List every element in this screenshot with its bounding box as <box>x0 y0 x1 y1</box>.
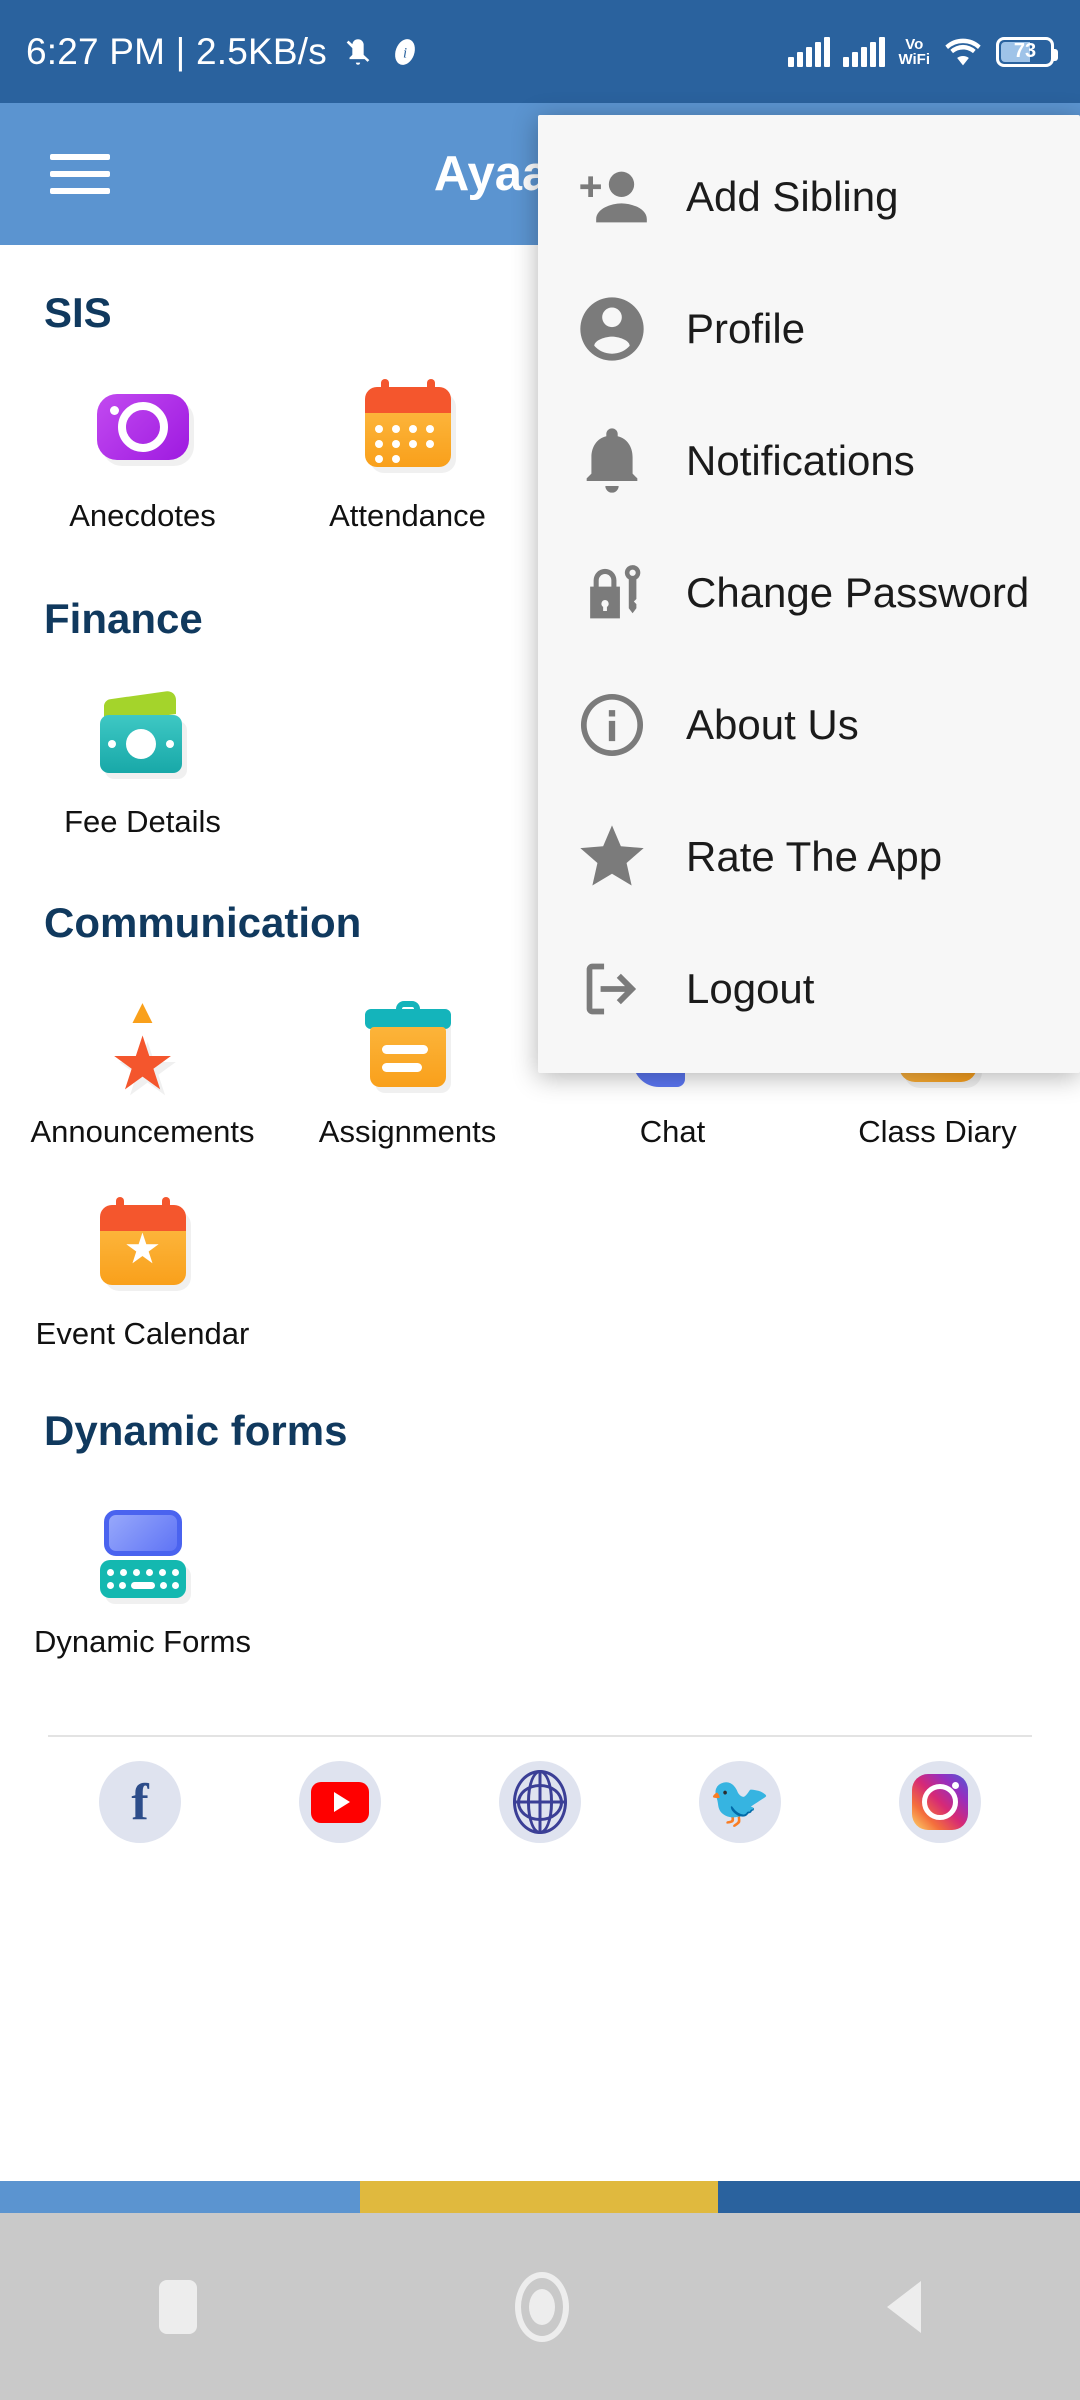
wifi-icon <box>943 37 983 67</box>
menu-item-label: About Us <box>686 701 859 748</box>
strip-segment-darkblue <box>718 2181 1080 2213</box>
calendar-star-icon: ★ <box>97 1197 189 1291</box>
menu-item-profile[interactable]: Profile <box>538 263 1080 395</box>
status-bar-left: 6:27 PM | 2.5KB/s i <box>26 31 421 73</box>
instagram-icon[interactable] <box>899 1761 981 1844</box>
youtube-icon[interactable] <box>299 1761 381 1844</box>
section-grid-dynamic-forms: Dynamic Forms <box>0 1481 1080 1659</box>
vowifi-bottom: WiFi <box>898 50 930 68</box>
menu-item-logout[interactable]: Logout <box>538 923 1080 1055</box>
tile-label: Attendance <box>329 498 486 533</box>
menu-item-add-sibling[interactable]: Add Sibling <box>538 131 1080 263</box>
menu-item-change-password[interactable]: Change Password <box>538 527 1080 659</box>
hamburger-line <box>50 171 110 177</box>
tile-label: Announcements <box>30 1114 255 1150</box>
tile-empty <box>540 1149 805 1351</box>
website-globe-icon[interactable] <box>499 1761 581 1844</box>
home-circle-icon[interactable] <box>515 2271 569 2342</box>
tile-label: Chat <box>639 1114 706 1150</box>
twitter-icon[interactable]: 🐦 <box>699 1761 781 1844</box>
tile-announcements[interactable]: ▲ ★ Announcements <box>10 971 275 1149</box>
bell-icon <box>574 423 650 499</box>
tile-event-calendar[interactable]: ★ Event Calendar <box>10 1149 275 1351</box>
tile-label: Dynamic Forms <box>33 1624 251 1660</box>
status-clock: 6:27 PM | 2.5KB/s <box>26 30 327 72</box>
battery-indicator: 73 <box>996 36 1058 67</box>
lock-key-icon <box>574 555 650 631</box>
status-bar-right: Vo WiFi 73 <box>788 36 1058 67</box>
social-links-bar: f 🐦 <box>0 1737 1080 1844</box>
menu-item-rate-the-app[interactable]: Rate The App <box>538 791 1080 923</box>
tile-empty <box>805 1481 1070 1659</box>
tile-fee-details[interactable]: Fee Details <box>10 661 275 839</box>
calendar-icon <box>362 379 454 473</box>
clipboard-icon <box>362 997 454 1089</box>
svg-text:i: i <box>403 45 407 61</box>
tile-empty <box>275 1481 540 1659</box>
menu-item-notifications[interactable]: Notifications <box>538 395 1080 527</box>
signal-bars-sim1 <box>788 36 831 67</box>
star-burst-icon: ▲ ★ <box>109 993 176 1106</box>
bottom-color-strip <box>0 2181 1080 2213</box>
account-circle-icon <box>574 291 650 367</box>
facebook-icon[interactable]: f <box>99 1761 181 1844</box>
tile-empty <box>275 1149 540 1351</box>
data-saver-icon: i <box>389 36 421 68</box>
logout-icon <box>574 951 650 1027</box>
menu-item-label: Add Sibling <box>686 173 899 220</box>
tile-label: Anecdotes <box>69 498 216 533</box>
volte-wifi-icon: Vo WiFi <box>898 37 930 67</box>
tile-label: Event Calendar <box>35 1316 250 1352</box>
tile-label: Assignments <box>318 1114 497 1150</box>
strip-segment-yellow <box>360 2181 718 2213</box>
tile-empty <box>540 1481 805 1659</box>
tile-anecdotes[interactable]: Anecdotes <box>10 355 275 533</box>
menu-item-label: Logout <box>686 965 815 1012</box>
menu-item-label: Profile <box>686 305 806 352</box>
hamburger-line <box>50 154 110 160</box>
person-add-icon <box>574 159 650 235</box>
menu-item-about-us[interactable]: About Us <box>538 659 1080 791</box>
status-bar: 6:27 PM | 2.5KB/s i Vo WiFi 73 <box>0 0 1080 103</box>
tile-label: Fee Details <box>64 804 221 840</box>
strip-segment-blue <box>0 2181 360 2213</box>
hamburger-line <box>50 188 110 194</box>
tile-dynamic-forms[interactable]: Dynamic Forms <box>10 1481 275 1659</box>
tile-empty <box>275 661 540 839</box>
recents-square-icon[interactable] <box>159 2279 197 2334</box>
overflow-menu: Add Sibling Profile Notifications Change… <box>538 115 1080 1073</box>
signal-bars-sim2 <box>843 36 886 67</box>
android-nav-bar <box>0 2213 1080 2400</box>
star-icon <box>574 819 650 895</box>
tile-assignments[interactable]: Assignments <box>275 971 540 1149</box>
back-triangle-icon[interactable] <box>887 2280 921 2333</box>
tile-attendance[interactable]: Attendance <box>275 355 540 533</box>
app-screen: 6:27 PM | 2.5KB/s i Vo WiFi 73 Ayaan SIS… <box>0 0 1080 2400</box>
camera-icon <box>96 381 189 473</box>
section-title-dynamic-forms: Dynamic forms <box>44 1407 348 1455</box>
vowifi-top: Vo <box>905 35 924 53</box>
menu-item-label: Notifications <box>686 437 915 484</box>
form-keyboard-icon <box>97 1507 189 1599</box>
mute-icon <box>341 35 375 69</box>
info-circle-icon <box>574 687 650 763</box>
menu-item-label: Change Password <box>686 569 1030 616</box>
hamburger-icon[interactable] <box>50 143 110 205</box>
tile-empty <box>805 1149 1070 1351</box>
battery-percent: 73 <box>1013 40 1037 62</box>
tile-label: Class Diary <box>858 1114 1017 1150</box>
money-wallet-icon <box>97 687 189 779</box>
menu-item-label: Rate The App <box>686 833 943 880</box>
